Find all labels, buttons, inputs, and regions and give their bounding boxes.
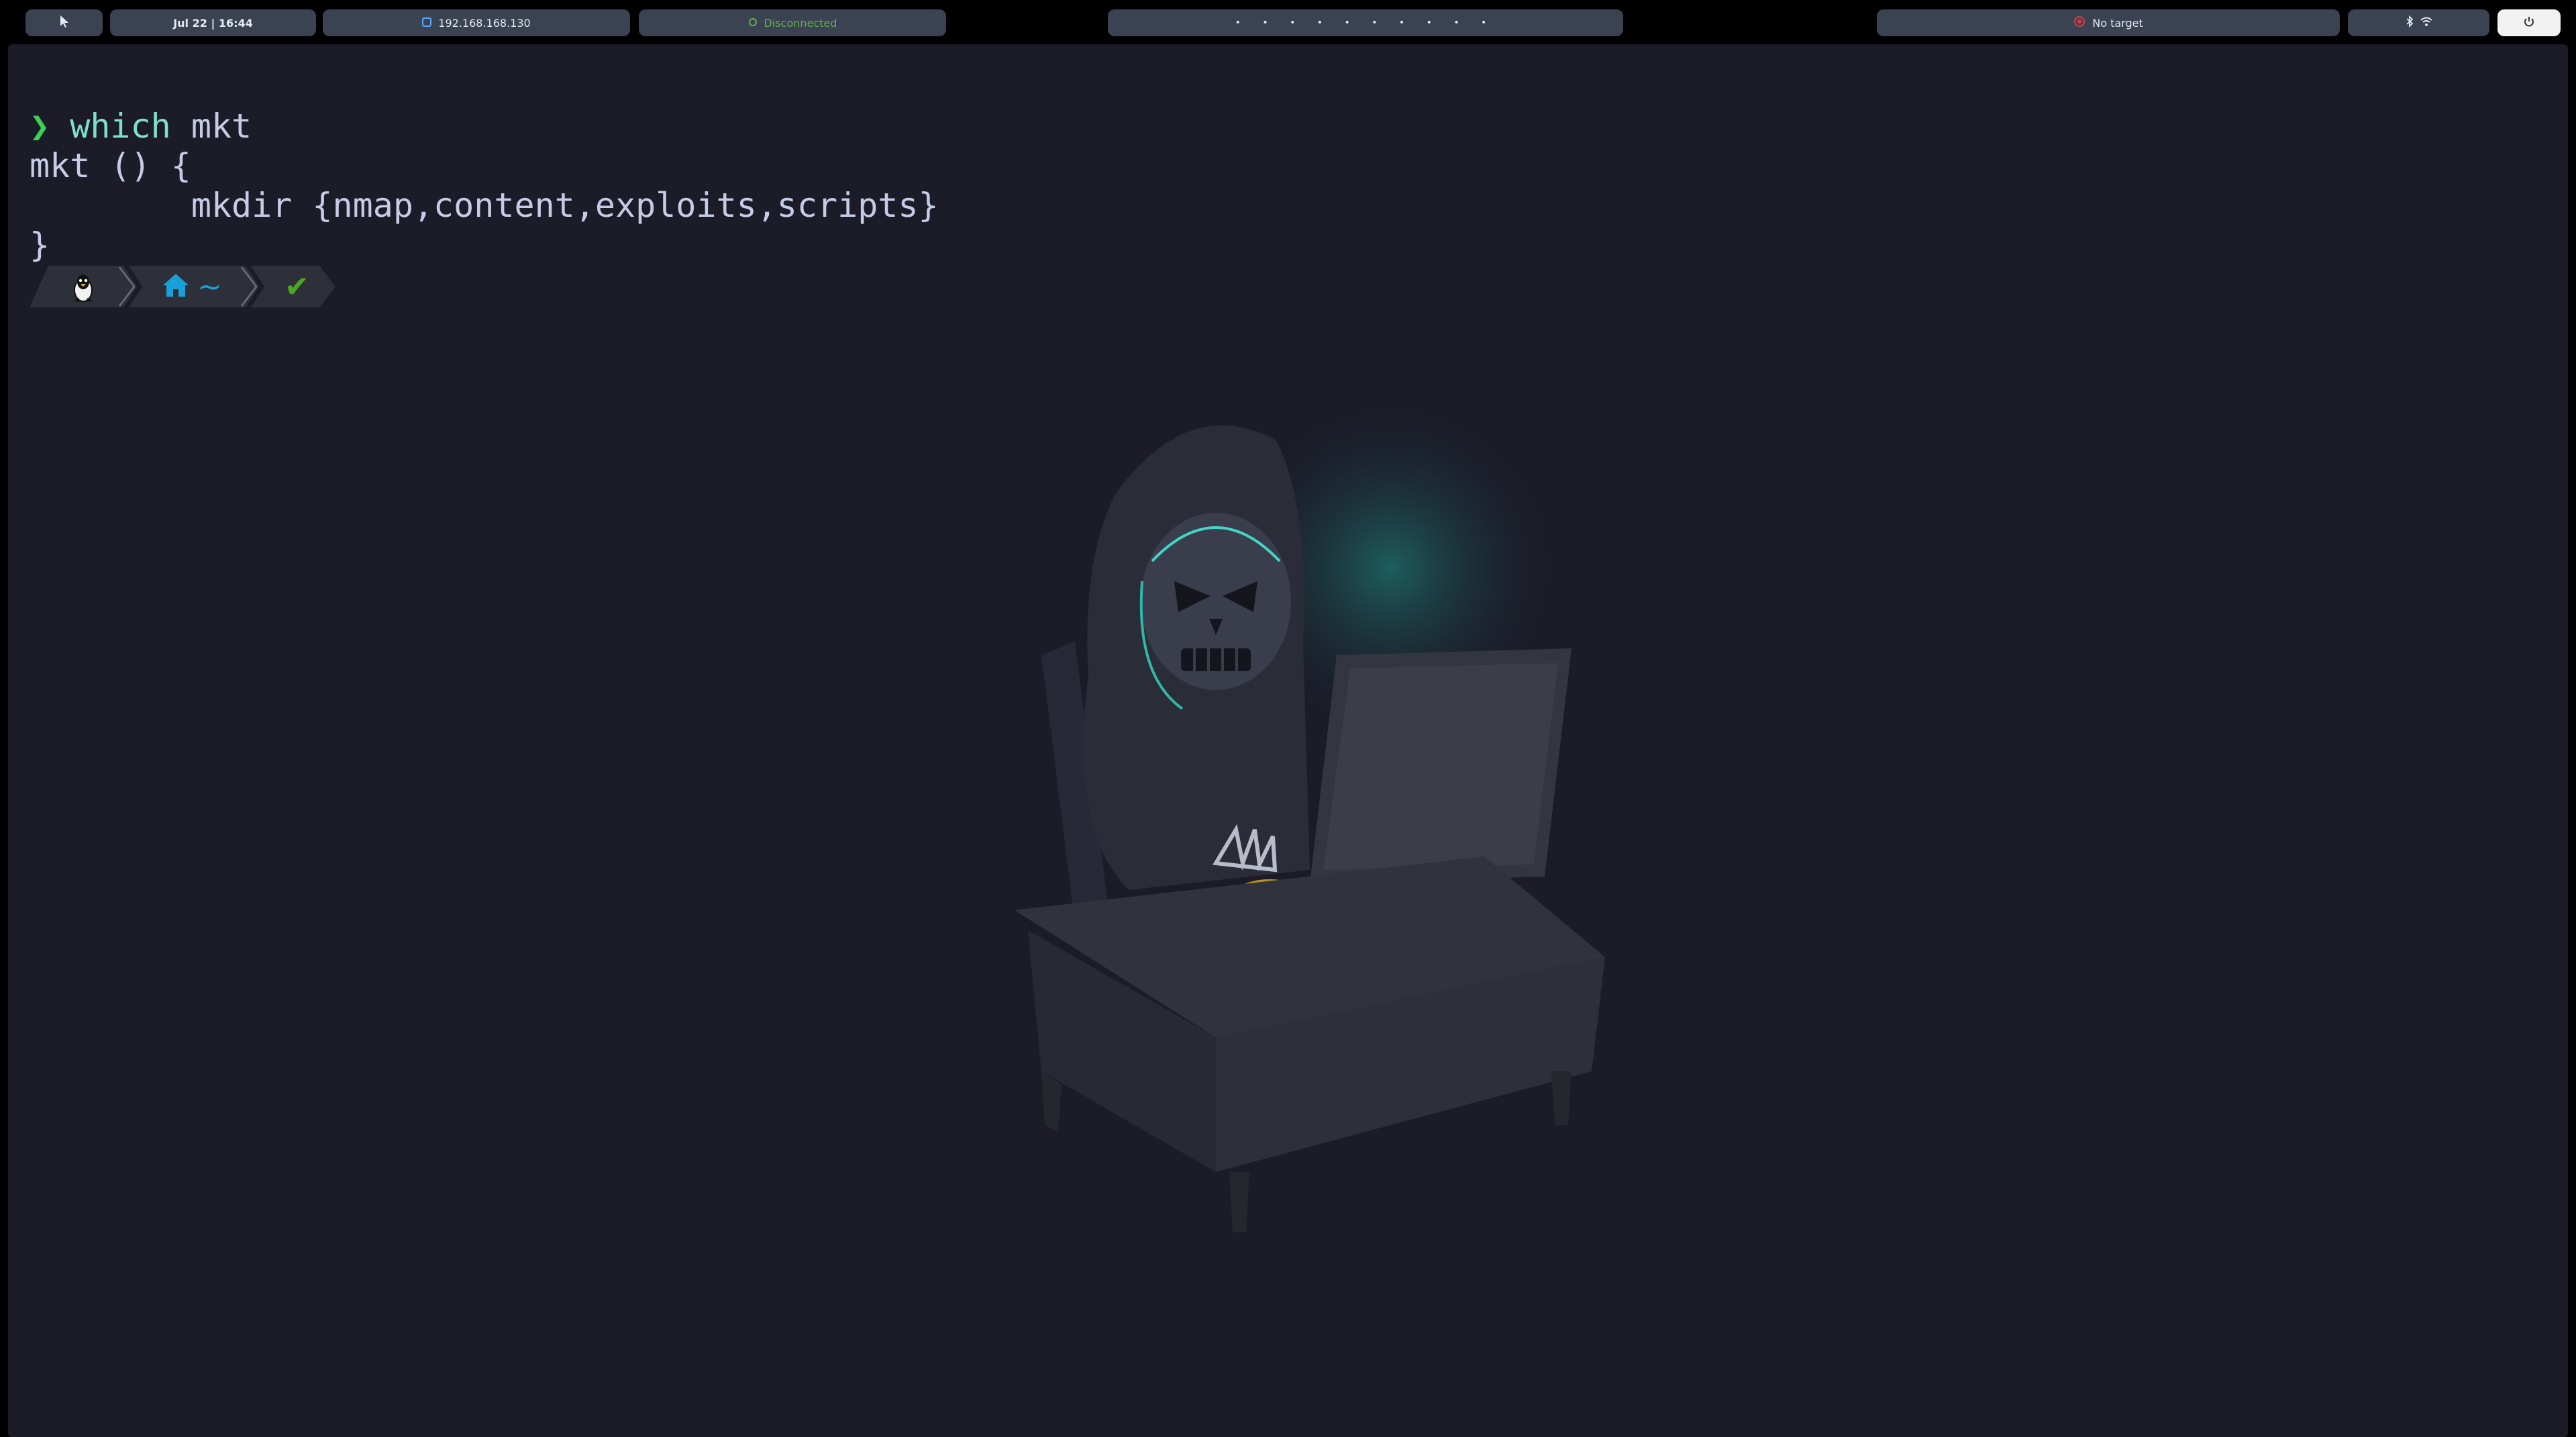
output-line-2: mkdir {nmap,content,exploits,scripts} — [30, 186, 939, 225]
workspace-dots[interactable]: • • • • • • • • • • — [1235, 17, 1496, 28]
checkmark-icon: ✔ — [285, 269, 309, 304]
wifi-icon[interactable] — [2420, 16, 2432, 30]
output-line-1: mkt () { — [30, 146, 191, 185]
target-text: No target — [2092, 16, 2143, 30]
current-directory-segment: ~ — [161, 269, 222, 304]
hacker-wallpaper-image — [1015, 393, 1605, 1232]
target-widget[interactable]: No target — [1877, 9, 2340, 36]
home-icon — [161, 272, 191, 301]
command-line: ❯ which mkt — [30, 107, 252, 146]
cursor-icon — [58, 14, 70, 32]
power-button[interactable] — [2497, 9, 2561, 36]
exit-status-segment: ✔ — [285, 269, 309, 304]
command-name: which — [70, 107, 171, 146]
terminal-window[interactable]: ❯ which mkt mkt () { mkdir {nmap,content… — [8, 44, 2568, 1437]
linux-penguin-icon — [70, 272, 97, 306]
terminal-output: ❯ which mkt mkt () { mkdir {nmap,content… — [30, 67, 939, 265]
current-directory: ~ — [197, 269, 222, 304]
network-icon — [422, 17, 432, 30]
vpn-status-widget[interactable]: Disconnected — [639, 9, 946, 36]
workspace-switcher[interactable]: • • • • • • • • • • — [1108, 9, 1623, 36]
status-dot-icon — [748, 17, 758, 30]
command-argument: mkt — [170, 107, 252, 146]
power-icon — [2523, 15, 2535, 30]
vpn-status-text: Disconnected — [764, 16, 837, 30]
bluetooth-icon[interactable] — [2406, 15, 2414, 30]
prompt-symbol: ❯ — [30, 107, 50, 146]
datetime-widget[interactable]: Jul 22 | 16:44 — [110, 9, 316, 36]
target-icon — [2073, 15, 2085, 30]
datetime-text: Jul 22 | 16:44 — [173, 16, 253, 30]
ip-address-widget[interactable]: 192.168.168.130 — [323, 9, 630, 36]
system-tray[interactable] — [2348, 9, 2489, 36]
menu-button[interactable] — [25, 9, 103, 36]
top-status-bar: Jul 22 | 16:44 192.168.168.130 Disconnec… — [0, 0, 2576, 44]
output-line-3: } — [30, 226, 50, 264]
ip-address-text: 192.168.168.130 — [438, 16, 531, 30]
